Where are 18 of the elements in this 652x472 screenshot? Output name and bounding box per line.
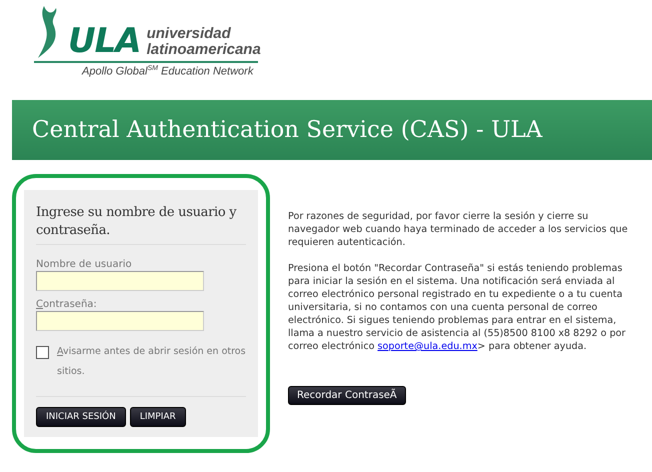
field-label: Nombre de usuario	[36, 259, 133, 270]
login-heading: Ingrese su nombre de usuario y contraseña.	[36, 204, 246, 245]
logo-mark: ULA	[68, 24, 141, 58]
clear-button[interactable]: LIMPIAR	[130, 407, 186, 427]
checkbox[interactable]	[36, 346, 49, 359]
logo-text: universidad	[146, 26, 232, 42]
logo-tagline: Apollo Global$^{SM}$ Education Network	[80, 65, 255, 78]
email-link[interactable]: soporte@ula.edu.mx	[378, 341, 478, 352]
page-title: Central Authentication Service (CAS) - ULA	[32, 117, 542, 143]
field-label: Contraseña:	[36, 299, 98, 310]
info-paragraph: Presiona el botón "Recordar Contraseña" si estás teniendo problemas para iniciar la sesión en el sistema. Una notificación será enviada al correo electrónico personal registrado en tu expediente o a tu cuenta universitaria, si no contamos con una cuenta personal de correo electrónico. Si sigues teniendo problemas para entrar en el sistema, llama a nuestro servicio de asistencia al (55)8500 8100 x8 8292 o por correo electrónico soporte@ula.edu.mx> para obtener ayuda.	[288, 262, 626, 353]
info-paragraph: Por razones de seguridad, por favor cierre la sesión y cierre su navegador web cuando haya terminado de acceder a los servicios que requieren autenticación.	[288, 210, 629, 249]
input-field[interactable]	[36, 271, 204, 291]
login-button[interactable]: INICIAR SESIÓN	[36, 407, 126, 427]
checkbox-label: Avisarme antes de abrir sesión en otros sitios.	[57, 345, 246, 379]
logo-text: latinoamericana	[146, 42, 261, 58]
remember-password-button[interactable]: Recordar ContraseÃ	[288, 386, 406, 405]
input-field[interactable]	[36, 311, 204, 331]
